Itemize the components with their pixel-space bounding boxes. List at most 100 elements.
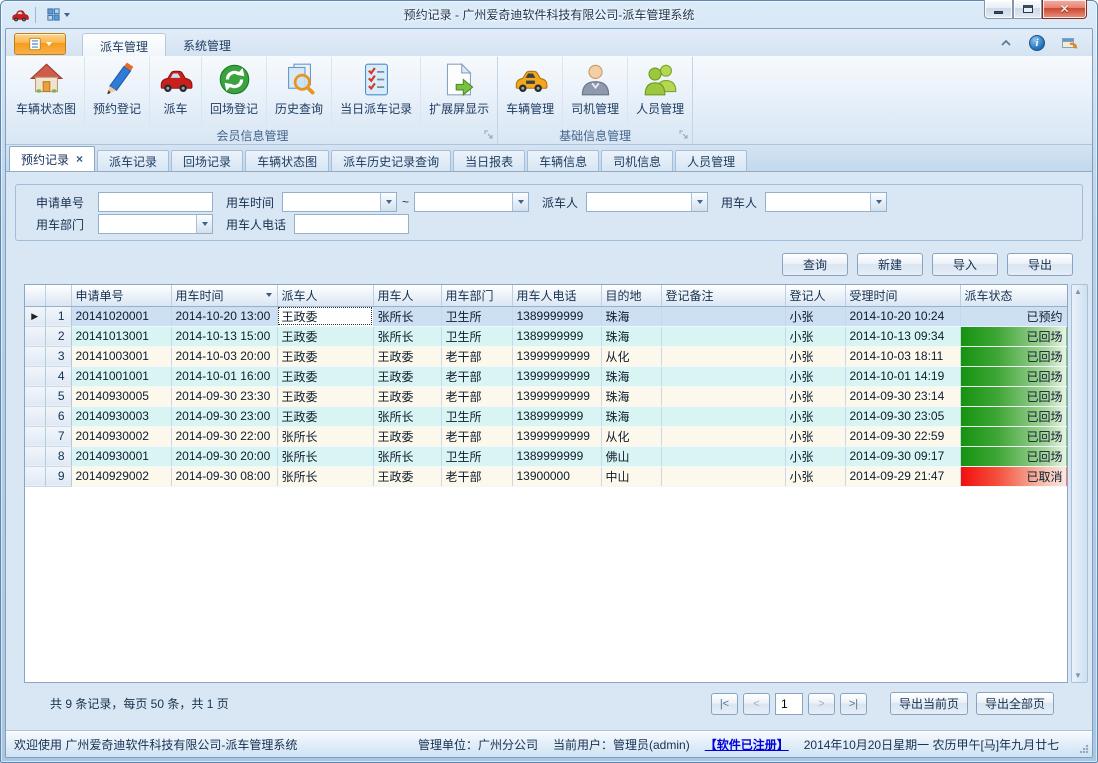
dropdown-button[interactable] xyxy=(691,193,707,211)
table-cell[interactable]: 王政委 xyxy=(373,346,441,366)
resize-grip[interactable] xyxy=(1079,744,1089,754)
status-cell[interactable]: 已回场 xyxy=(960,426,1067,446)
table-cell[interactable]: 从化 xyxy=(601,346,661,366)
table-cell[interactable] xyxy=(661,386,785,406)
table-cell[interactable]: 王政委 xyxy=(277,406,373,426)
table-cell[interactable] xyxy=(661,406,785,426)
table-cell[interactable]: 2014-09-30 23:00 xyxy=(171,406,277,426)
status-cell[interactable]: 已回场 xyxy=(960,406,1067,426)
last-page-button[interactable]: >| xyxy=(840,693,867,715)
table-cell[interactable]: 2014-10-20 10:24 xyxy=(845,306,960,326)
ribbon-button[interactable]: 人员管理 xyxy=(628,57,692,126)
table-cell[interactable] xyxy=(661,346,785,366)
first-page-button[interactable]: |< xyxy=(711,693,738,715)
table-cell[interactable] xyxy=(661,326,785,346)
row-indicator[interactable] xyxy=(25,466,45,486)
row-number[interactable]: 9 xyxy=(45,466,71,486)
table-cell[interactable]: 20140930002 xyxy=(71,426,171,446)
row-number[interactable]: 4 xyxy=(45,366,71,386)
table-cell[interactable]: 20141001001 xyxy=(71,366,171,386)
grid-column-header[interactable]: 派车人 xyxy=(277,285,373,306)
document-tab[interactable]: 车辆信息 xyxy=(527,150,599,171)
new-button[interactable]: 新建 xyxy=(857,253,923,276)
table-cell[interactable]: 20140929002 xyxy=(71,466,171,486)
table-cell[interactable]: 2014-09-30 20:00 xyxy=(171,446,277,466)
table-cell[interactable]: 2014-10-13 09:34 xyxy=(845,326,960,346)
table-cell[interactable]: 卫生所 xyxy=(441,406,512,426)
grid-column-header[interactable]: 用车人 xyxy=(373,285,441,306)
next-page-button[interactable]: > xyxy=(808,693,835,715)
table-cell[interactable]: 王政委 xyxy=(373,366,441,386)
row-indicator[interactable] xyxy=(25,386,45,406)
table-cell[interactable]: 13999999999 xyxy=(512,426,601,446)
row-number[interactable]: 1 xyxy=(45,306,71,326)
table-cell[interactable]: 2014-10-03 18:11 xyxy=(845,346,960,366)
export-current-page-button[interactable]: 导出当前页 xyxy=(890,692,968,715)
row-indicator[interactable]: ▶ xyxy=(25,306,45,326)
row-number[interactable]: 6 xyxy=(45,406,71,426)
status-cell[interactable]: 已回场 xyxy=(960,326,1067,346)
export-button[interactable]: 导出 xyxy=(1007,253,1073,276)
grid-column-header[interactable]: 登记备注 xyxy=(661,285,785,306)
table-cell[interactable]: 张所长 xyxy=(277,426,373,446)
table-cell[interactable]: 中山 xyxy=(601,466,661,486)
status-cell[interactable]: 已回场 xyxy=(960,446,1067,466)
row-indicator[interactable] xyxy=(25,406,45,426)
table-cell[interactable]: 2014-09-29 21:47 xyxy=(845,466,960,486)
table-cell[interactable]: 20141013001 xyxy=(71,326,171,346)
status-cell[interactable]: 已回场 xyxy=(960,386,1067,406)
table-cell[interactable]: 老干部 xyxy=(441,366,512,386)
collapse-ribbon-icon[interactable] xyxy=(999,38,1013,48)
table-cell[interactable] xyxy=(661,466,785,486)
info-icon[interactable]: i xyxy=(1029,35,1045,51)
status-cell[interactable]: 已回场 xyxy=(960,346,1067,366)
table-cell[interactable]: 小张 xyxy=(785,306,845,326)
table-cell[interactable]: 2014-09-30 09:17 xyxy=(845,446,960,466)
ribbon-button[interactable]: 当日派车记录 xyxy=(332,57,421,126)
close-button[interactable]: ✕ xyxy=(1042,0,1087,19)
ribbon-button[interactable]: 扩展屏显示 xyxy=(421,57,497,126)
table-cell[interactable]: 2014-10-01 14:19 xyxy=(845,366,960,386)
use-time-from-combo[interactable] xyxy=(282,192,397,212)
table-cell[interactable]: 20140930005 xyxy=(71,386,171,406)
table-cell[interactable]: 小张 xyxy=(785,406,845,426)
grid-column-header[interactable]: 派车状态 xyxy=(960,285,1067,306)
grid-column-header[interactable]: 用车部门 xyxy=(441,285,512,306)
table-cell[interactable]: 王政委 xyxy=(277,326,373,346)
ribbon-button[interactable]: 司机管理 xyxy=(563,57,628,126)
table-cell[interactable]: 王政委 xyxy=(277,306,373,326)
phone-input[interactable] xyxy=(294,214,409,234)
ribbon-button[interactable]: 车辆状态图 xyxy=(8,57,85,126)
vertical-scrollbar[interactable]: ▲ ▼ xyxy=(1071,284,1088,683)
document-tab[interactable]: 预约记录× xyxy=(9,146,95,171)
document-tab[interactable]: 回场记录 xyxy=(171,150,243,171)
ribbon-tab[interactable]: 系统管理 xyxy=(166,33,248,56)
row-number[interactable]: 7 xyxy=(45,426,71,446)
row-number[interactable]: 8 xyxy=(45,446,71,466)
table-cell[interactable]: 老干部 xyxy=(441,466,512,486)
table-cell[interactable]: 小张 xyxy=(785,366,845,386)
table-cell[interactable]: 2014-09-30 23:14 xyxy=(845,386,960,406)
table-cell[interactable]: 张所长 xyxy=(373,306,441,326)
grid-column-header[interactable]: 受理时间 xyxy=(845,285,960,306)
table-cell[interactable]: 1389999999 xyxy=(512,306,601,326)
table-cell[interactable]: 13999999999 xyxy=(512,366,601,386)
table-cell[interactable]: 2014-09-30 08:00 xyxy=(171,466,277,486)
row-indicator[interactable] xyxy=(25,326,45,346)
dropdown-button[interactable] xyxy=(380,193,396,211)
row-indicator[interactable] xyxy=(25,426,45,446)
close-tab-icon[interactable]: × xyxy=(76,153,83,165)
document-tab[interactable]: 派车记录 xyxy=(97,150,169,171)
ribbon-tab[interactable]: 派车管理 xyxy=(82,33,166,56)
status-cell[interactable]: 已取消 xyxy=(960,466,1067,486)
table-cell[interactable]: 老干部 xyxy=(441,346,512,366)
row-number[interactable]: 5 xyxy=(45,386,71,406)
export-all-pages-button[interactable]: 导出全部页 xyxy=(976,692,1054,715)
table-cell[interactable]: 珠海 xyxy=(601,406,661,426)
user-combo[interactable] xyxy=(765,192,887,212)
table-cell[interactable]: 小张 xyxy=(785,466,845,486)
table-cell[interactable] xyxy=(661,306,785,326)
table-cell[interactable]: 张所长 xyxy=(277,446,373,466)
table-cell[interactable] xyxy=(661,426,785,446)
table-cell[interactable]: 20140930001 xyxy=(71,446,171,466)
